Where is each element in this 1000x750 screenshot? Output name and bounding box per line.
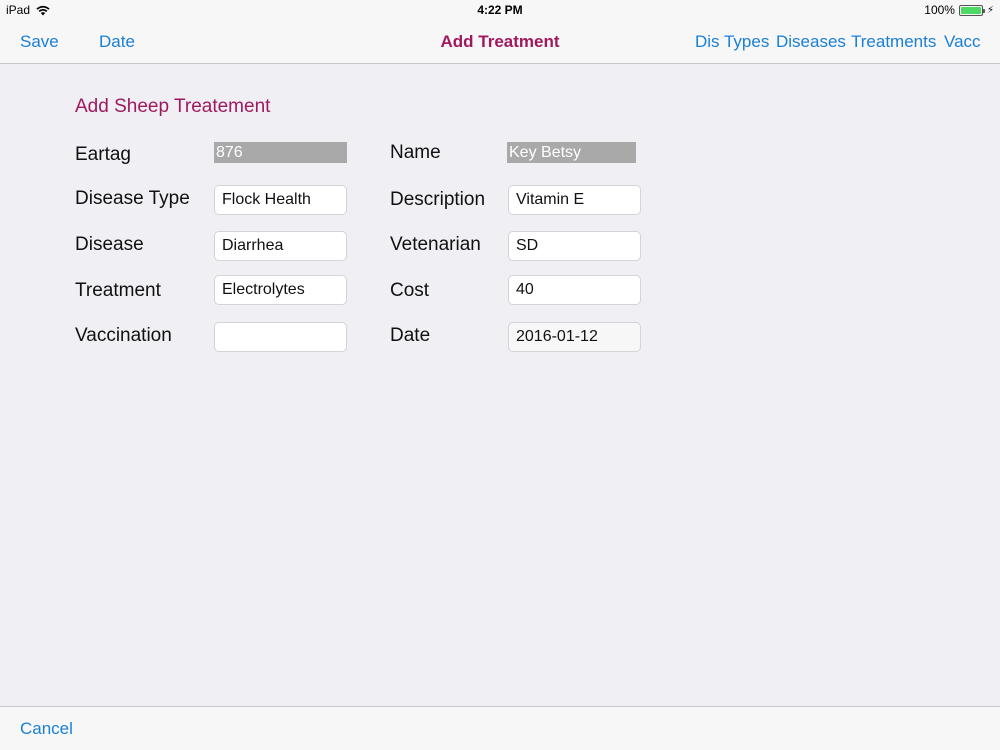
form-container: Add Sheep Treatement Eartag 876 Name Key… bbox=[0, 65, 1000, 705]
vacc-button[interactable]: Vacc bbox=[944, 32, 981, 52]
name-field: Key Betsy bbox=[507, 142, 636, 163]
vaccination-label: Vaccination bbox=[75, 325, 172, 346]
battery-icon bbox=[958, 4, 985, 16]
date-label: Date bbox=[390, 325, 431, 346]
description-field[interactable]: Vitamin E bbox=[508, 185, 641, 215]
save-button[interactable]: Save bbox=[20, 32, 59, 52]
status-bar: iPad 4:22 PM 100% ⚡ bbox=[0, 0, 1000, 20]
cost-label: Cost bbox=[390, 280, 430, 301]
status-right: 100% ⚡ bbox=[924, 3, 994, 17]
cancel-button[interactable]: Cancel bbox=[20, 719, 73, 739]
charging-bolt-icon: ⚡ bbox=[986, 4, 994, 16]
bottom-toolbar: Cancel bbox=[0, 706, 1000, 750]
vaccination-field[interactable] bbox=[214, 322, 347, 352]
description-label: Description bbox=[390, 189, 486, 210]
disease-type-field[interactable]: Flock Health bbox=[214, 185, 347, 215]
battery-percent: 100% bbox=[924, 3, 955, 17]
disease-field[interactable]: Diarrhea bbox=[214, 231, 347, 261]
form-title: Add Sheep Treatement bbox=[75, 96, 271, 117]
date-button[interactable]: Date bbox=[99, 32, 135, 52]
treatment-label: Treatment bbox=[75, 280, 161, 301]
diseases-button[interactable]: Diseases bbox=[776, 32, 846, 52]
disease-type-label: Disease Type bbox=[75, 188, 190, 209]
page-title: Add Treatment bbox=[440, 32, 560, 51]
eartag-field: 876 bbox=[214, 142, 347, 163]
eartag-label: Eartag bbox=[75, 144, 131, 165]
vetenarian-label: Vetenarian bbox=[390, 234, 481, 255]
status-time: 4:22 PM bbox=[477, 3, 523, 17]
date-field[interactable]: 2016-01-12 bbox=[508, 322, 641, 352]
treatments-button[interactable]: Treatments bbox=[851, 32, 936, 52]
treatment-field[interactable]: Electrolytes bbox=[214, 275, 347, 305]
navigation-bar: Save Date Add Treatment Dis Types Diseas… bbox=[0, 20, 1000, 64]
dis-types-button[interactable]: Dis Types bbox=[695, 32, 769, 52]
cost-field[interactable]: 40 bbox=[508, 275, 641, 305]
name-label: Name bbox=[390, 142, 441, 163]
disease-label: Disease bbox=[75, 234, 144, 255]
vetenarian-field[interactable]: SD bbox=[508, 231, 641, 261]
